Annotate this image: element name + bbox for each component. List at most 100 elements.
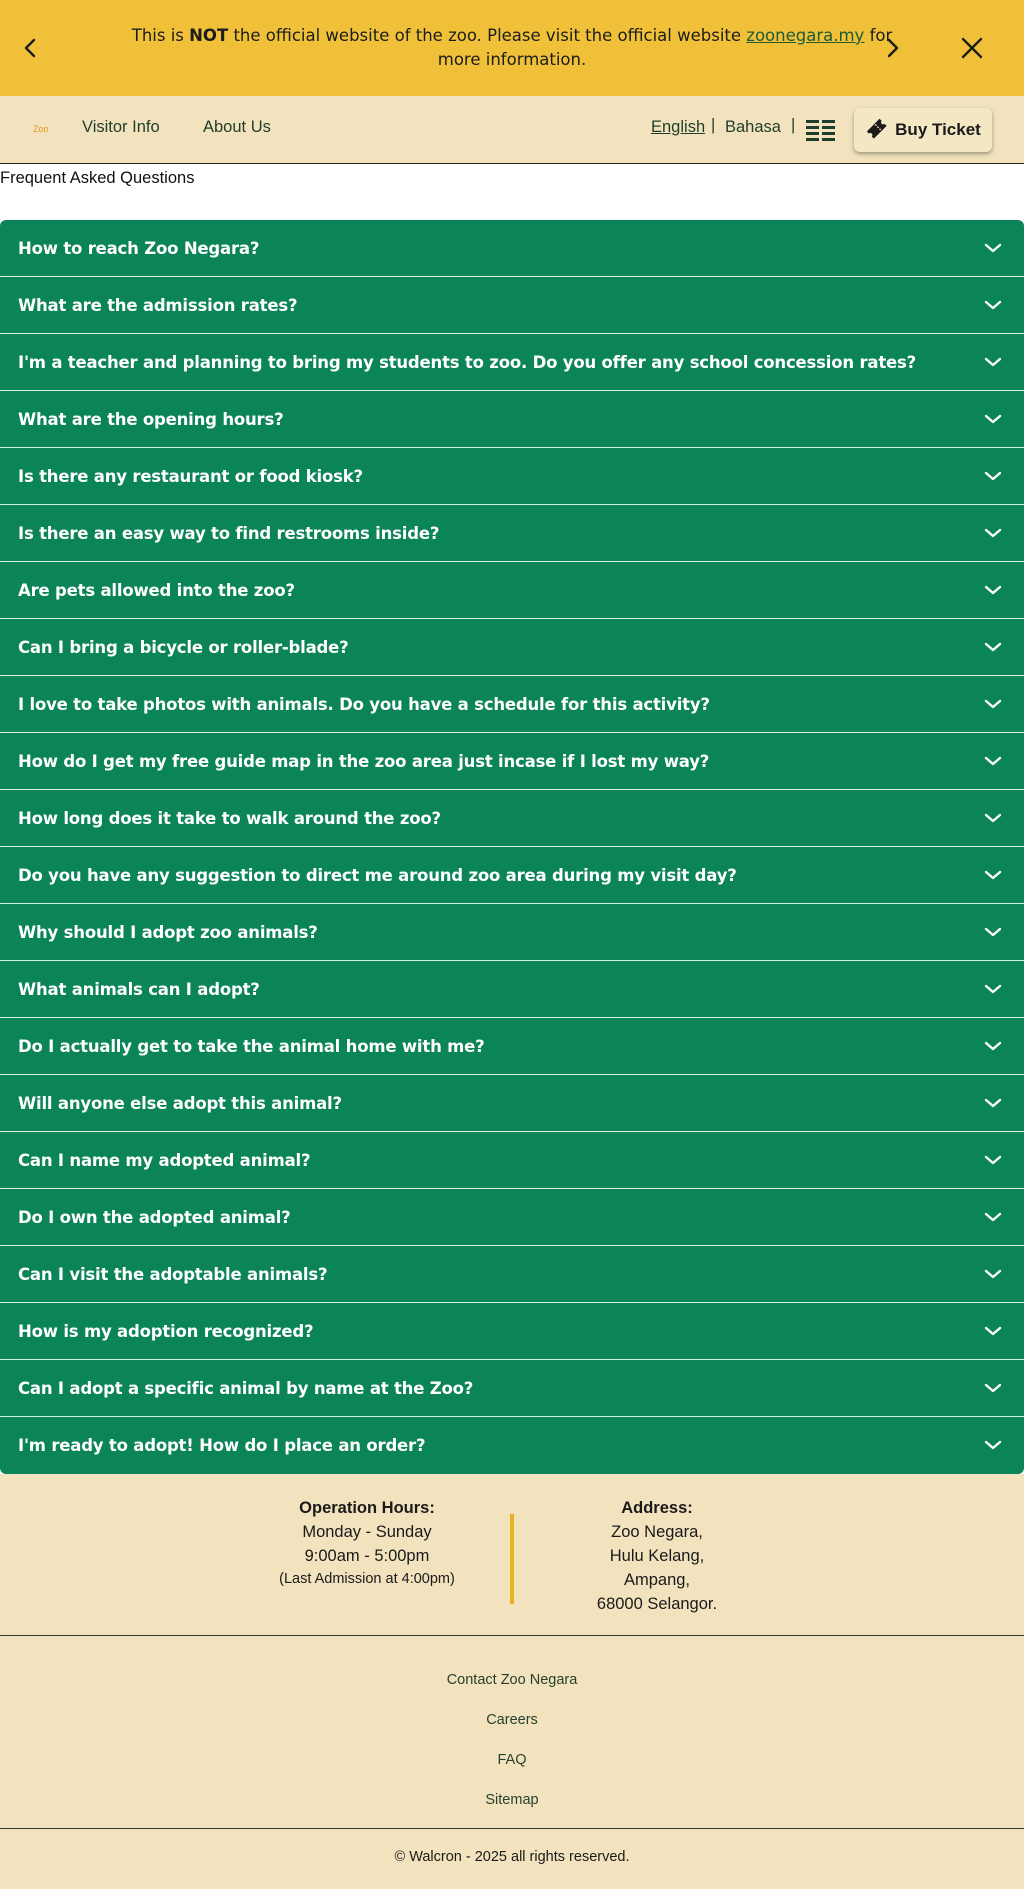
visitor-info-section: Operation Hours: Monday - Sunday 9:00am … xyxy=(0,1474,1024,1636)
faq-item[interactable]: Do I own the adopted animal? xyxy=(0,1189,1024,1246)
operation-hours: Operation Hours: Monday - Sunday 9:00am … xyxy=(247,1496,487,1590)
lang-separator: | xyxy=(711,116,716,134)
faq-item[interactable]: How long does it take to walk around the… xyxy=(0,790,1024,847)
notice-middle: the official website of the zoo. Please … xyxy=(228,26,747,45)
hours-days: Monday - Sunday xyxy=(302,1523,432,1541)
chevron-down-icon xyxy=(984,1435,1002,1454)
hours-note: (Last Admission at 4:00pm) xyxy=(279,1571,455,1587)
menu-grid-icon[interactable] xyxy=(806,119,836,145)
footer-link-careers[interactable]: Careers xyxy=(0,1700,1024,1740)
faq-question: Can I visit the adoptable animals? xyxy=(18,1264,328,1284)
faq-question: Is there any restaurant or food kiosk? xyxy=(18,466,363,486)
faq-item[interactable]: Can I adopt a specific animal by name at… xyxy=(0,1360,1024,1417)
faq-question: How to reach Zoo Negara? xyxy=(18,238,260,258)
notice-emphasis: NOT xyxy=(189,26,229,45)
notice-prefix: This is xyxy=(131,26,190,45)
faq-question: I'm a teacher and planning to bring my s… xyxy=(18,352,917,372)
chevron-down-icon xyxy=(984,751,1002,770)
chevron-left-icon[interactable] xyxy=(12,30,48,66)
faq-question: Do you have any suggestion to direct me … xyxy=(18,865,737,885)
footer-link-contact[interactable]: Contact Zoo Negara xyxy=(0,1660,1024,1700)
hours-title: Operation Hours: xyxy=(299,1499,435,1517)
faq-item[interactable]: Is there any restaurant or food kiosk? xyxy=(0,448,1024,505)
hours-time: 9:00am - 5:00pm xyxy=(304,1547,430,1565)
chevron-down-icon xyxy=(984,1321,1002,1340)
chevron-down-icon xyxy=(984,580,1002,599)
faq-item[interactable]: I'm a teacher and planning to bring my s… xyxy=(0,334,1024,391)
faq-item[interactable]: I love to take photos with animals. Do y… xyxy=(0,676,1024,733)
faq-question: Why should I adopt zoo animals? xyxy=(18,922,318,942)
chevron-down-icon xyxy=(984,238,1002,257)
faq-item[interactable]: Can I bring a bicycle or roller-blade? xyxy=(0,619,1024,676)
nav-about-us[interactable]: About Us xyxy=(203,118,271,137)
chevron-down-icon xyxy=(984,808,1002,827)
faq-item[interactable]: Can I name my adopted animal? xyxy=(0,1132,1024,1189)
chevron-down-icon xyxy=(984,1207,1002,1226)
chevron-down-icon xyxy=(984,1093,1002,1112)
faq-question: Can I name my adopted animal? xyxy=(18,1150,311,1170)
faq-item[interactable]: What are the admission rates? xyxy=(0,277,1024,334)
footer-link-sitemap[interactable]: Sitemap xyxy=(0,1780,1024,1820)
buy-ticket-button[interactable]: Buy Ticket xyxy=(854,108,992,152)
address-line: Ampang, xyxy=(623,1571,691,1589)
nav-visitor-info[interactable]: Visitor Info xyxy=(82,118,160,137)
faq-question: How is my adoption recognized? xyxy=(18,1321,314,1341)
official-site-link[interactable]: zoonegara.my xyxy=(746,26,864,45)
faq-question: How do I get my free guide map in the zo… xyxy=(18,751,710,771)
faq-question: Is there an easy way to find restrooms i… xyxy=(18,523,440,543)
faq-question: Are pets allowed into the zoo? xyxy=(18,580,295,600)
faq-item[interactable]: How do I get my free guide map in the zo… xyxy=(0,733,1024,790)
chevron-down-icon xyxy=(984,295,1002,314)
address-line: Zoo Negara, xyxy=(611,1523,703,1541)
chevron-down-icon xyxy=(984,637,1002,656)
address-line: 68000 Selangor. xyxy=(596,1595,718,1613)
ticket-icon xyxy=(865,117,887,144)
faq-question: Can I bring a bicycle or roller-blade? xyxy=(18,637,349,657)
lang-separator: | xyxy=(791,116,796,134)
faq-item[interactable]: How to reach Zoo Negara? xyxy=(0,220,1024,277)
notice-banner: This is NOT the official website of the … xyxy=(0,0,1024,96)
site-logo[interactable]: Zoo xyxy=(33,124,49,134)
faq-question: What animals can I adopt? xyxy=(18,979,260,999)
chevron-down-icon xyxy=(984,409,1002,428)
chevron-down-icon xyxy=(984,1378,1002,1397)
buy-ticket-label: Buy Ticket xyxy=(895,120,981,139)
chevron-down-icon xyxy=(984,922,1002,941)
close-icon[interactable] xyxy=(954,30,990,66)
site-header: Zoo Visitor Info About Us English | Baha… xyxy=(0,96,1024,164)
faq-item[interactable]: Can I visit the adoptable animals? xyxy=(0,1246,1024,1303)
faq-question: How long does it take to walk around the… xyxy=(18,808,441,828)
faq-item[interactable]: Do you have any suggestion to direct me … xyxy=(0,847,1024,904)
info-divider xyxy=(510,1514,514,1604)
faq-question: Do I actually get to take the animal hom… xyxy=(18,1036,485,1056)
faq-item[interactable]: What are the opening hours? xyxy=(0,391,1024,448)
footer-links: Contact Zoo Negara Careers FAQ Sitemap xyxy=(0,1636,1024,1829)
address-line: Hulu Kelang, xyxy=(609,1547,705,1565)
chevron-right-icon[interactable] xyxy=(875,30,911,66)
faq-item[interactable]: I'm ready to adopt! How do I place an or… xyxy=(0,1417,1024,1474)
faq-item[interactable]: How is my adoption recognized? xyxy=(0,1303,1024,1360)
lang-english[interactable]: English xyxy=(651,118,705,137)
faq-item[interactable]: Is there an easy way to find restrooms i… xyxy=(0,505,1024,562)
chevron-down-icon xyxy=(984,694,1002,713)
faq-heading: Frequent Asked Questions xyxy=(0,169,195,187)
faq-item[interactable]: Are pets allowed into the zoo? xyxy=(0,562,1024,619)
chevron-down-icon xyxy=(984,1264,1002,1283)
faq-item[interactable]: What animals can I adopt? xyxy=(0,961,1024,1018)
footer-link-faq[interactable]: FAQ xyxy=(0,1740,1024,1780)
chevron-down-icon xyxy=(984,865,1002,884)
faq-question: Will anyone else adopt this animal? xyxy=(18,1093,342,1113)
faq-accordion: How to reach Zoo Negara? What are the ad… xyxy=(0,220,1024,1474)
address-title: Address: xyxy=(621,1499,693,1517)
chevron-down-icon xyxy=(984,1036,1002,1055)
faq-item[interactable]: Do I actually get to take the animal hom… xyxy=(0,1018,1024,1075)
faq-question: I'm ready to adopt! How do I place an or… xyxy=(18,1436,426,1455)
faq-question: What are the opening hours? xyxy=(18,409,284,429)
chevron-down-icon xyxy=(984,352,1002,371)
faq-item[interactable]: Will anyone else adopt this animal? xyxy=(0,1075,1024,1132)
faq-question: I love to take photos with animals. Do y… xyxy=(18,694,710,714)
faq-question: Can I adopt a specific animal by name at… xyxy=(18,1378,474,1398)
lang-bahasa[interactable]: Bahasa xyxy=(725,118,781,137)
notice-text: This is NOT the official website of the … xyxy=(122,24,902,72)
faq-item[interactable]: Why should I adopt zoo animals? xyxy=(0,904,1024,961)
